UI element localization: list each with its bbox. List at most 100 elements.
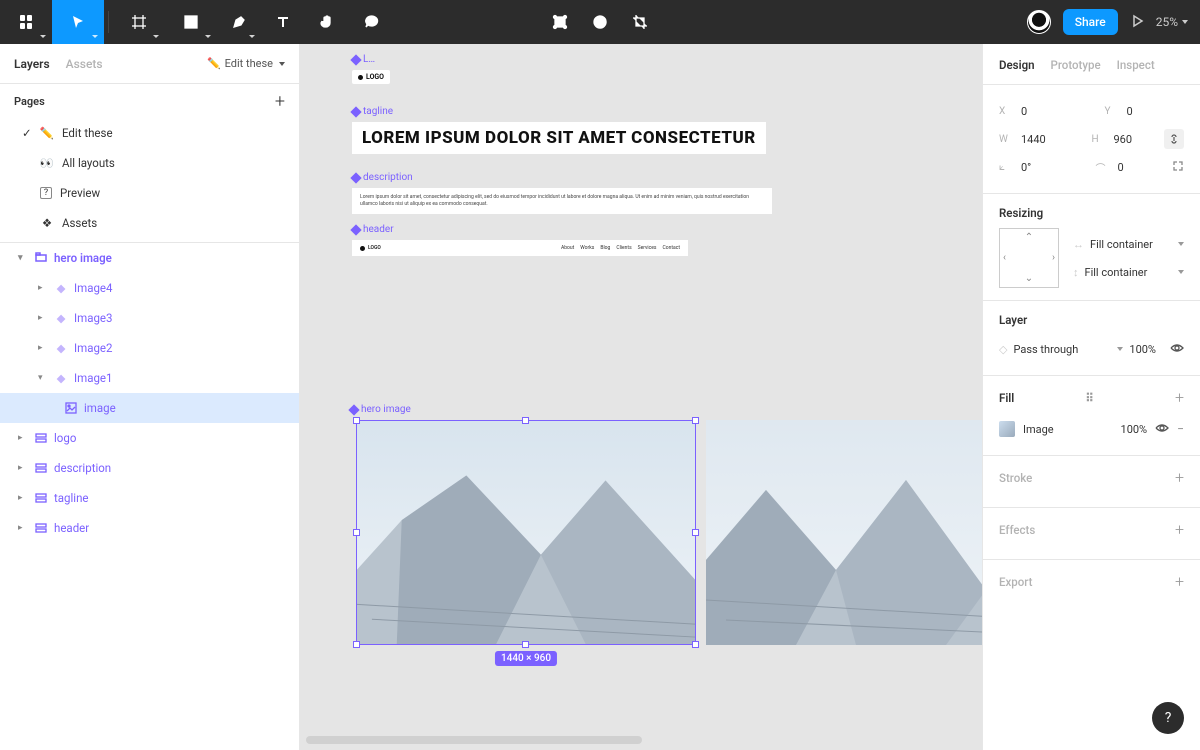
fill-swatch[interactable] bbox=[999, 421, 1015, 437]
tab-layers[interactable]: Layers bbox=[14, 57, 50, 71]
layer-logo[interactable]: ▸ logo bbox=[0, 423, 299, 453]
canvas-hero-image-selected[interactable]: 1440 × 960 bbox=[356, 420, 696, 645]
tab-design[interactable]: Design bbox=[999, 58, 1035, 72]
canvas-header-label: header bbox=[363, 224, 394, 235]
constrain-proportions-toggle[interactable] bbox=[1164, 129, 1184, 149]
layer-opacity-input[interactable]: 100% bbox=[1129, 343, 1156, 356]
shape-tool[interactable] bbox=[165, 0, 217, 44]
present-button[interactable] bbox=[1130, 13, 1144, 32]
layer-section: Layer ◇ Pass through 100% bbox=[983, 301, 1200, 376]
help-button[interactable]: ? bbox=[1152, 702, 1184, 734]
stroke-section: Stroke+ bbox=[983, 456, 1200, 508]
main-menu-button[interactable] bbox=[0, 0, 52, 44]
canvas-description-label: description bbox=[363, 172, 413, 183]
page-label: Assets bbox=[62, 216, 97, 230]
radius-input[interactable]: 0 bbox=[1118, 161, 1167, 174]
selection-handle[interactable] bbox=[692, 641, 699, 648]
selection-handle[interactable] bbox=[353, 641, 360, 648]
layer-image4[interactable]: ▸◆Image4 bbox=[0, 273, 299, 303]
layer-image1[interactable]: ▾◆Image1 bbox=[0, 363, 299, 393]
selection-handle[interactable] bbox=[692, 417, 699, 424]
pages-dropdown-label: Edit these bbox=[225, 57, 273, 70]
move-tool[interactable] bbox=[52, 0, 104, 44]
fill-type[interactable]: Image bbox=[1023, 423, 1054, 436]
page-label: Edit these bbox=[62, 126, 113, 140]
export-section: Export+ bbox=[983, 560, 1200, 611]
w-input[interactable]: 1440 bbox=[1021, 133, 1066, 146]
horizontal-scrollbar[interactable] bbox=[306, 736, 642, 744]
layer-label: image bbox=[84, 401, 116, 415]
canvas-logo-chip[interactable]: LOGO bbox=[352, 70, 390, 84]
page-item-assets[interactable]: ❖Assets bbox=[0, 208, 299, 238]
layer-label: Image2 bbox=[74, 341, 113, 355]
resizing-constraint-box[interactable]: ⌃ ⌄ ‹ › bbox=[999, 228, 1059, 288]
user-avatar[interactable] bbox=[1027, 10, 1051, 34]
tab-prototype[interactable]: Prototype bbox=[1051, 58, 1101, 72]
layer-label: header bbox=[54, 521, 89, 535]
layer-label: Image1 bbox=[74, 371, 113, 385]
selection-handle[interactable] bbox=[353, 529, 360, 536]
selection-handle[interactable] bbox=[522, 417, 529, 424]
canvas-header[interactable]: LOGO About Works Blog Clients Services C… bbox=[352, 240, 688, 256]
layer-header[interactable]: ▸ header bbox=[0, 513, 299, 543]
layer-image-selected[interactable]: image bbox=[0, 393, 299, 423]
tab-inspect[interactable]: Inspect bbox=[1117, 58, 1155, 72]
selection-handle[interactable] bbox=[692, 529, 699, 536]
resize-h-dropdown[interactable]: ↔Fill container bbox=[1073, 230, 1184, 258]
pen-tool[interactable] bbox=[217, 0, 261, 44]
canvas-description[interactable]: Lorem ipsum dolor sit amet, consectetur … bbox=[352, 188, 772, 214]
tab-assets[interactable]: Assets bbox=[66, 57, 103, 71]
selection-handle[interactable] bbox=[522, 641, 529, 648]
y-input[interactable]: 0 bbox=[1127, 105, 1185, 118]
h-input[interactable]: 960 bbox=[1114, 133, 1159, 146]
component-insert-button[interactable] bbox=[545, 0, 575, 44]
visibility-toggle[interactable] bbox=[1170, 342, 1184, 356]
comment-tool[interactable] bbox=[349, 0, 393, 44]
canvas-tagline[interactable]: LOREM IPSUM DOLOR SIT AMET CONSECTETUR bbox=[352, 122, 766, 154]
layer-hero-image[interactable]: ▾ hero image bbox=[0, 243, 299, 273]
layer-label: description bbox=[54, 461, 111, 475]
independent-corners-button[interactable] bbox=[1172, 160, 1184, 175]
canvas-tagline-label: tagline bbox=[363, 106, 393, 117]
blend-mode-dropdown[interactable]: Pass through bbox=[1013, 343, 1111, 356]
remove-fill-button[interactable]: − bbox=[1177, 422, 1184, 436]
x-input[interactable]: 0 bbox=[1021, 105, 1079, 118]
effects-section: Effects+ bbox=[983, 508, 1200, 560]
fill-opacity-input[interactable]: 100% bbox=[1121, 423, 1148, 436]
rotation-input[interactable]: 0° bbox=[1021, 161, 1070, 174]
resize-v-dropdown[interactable]: ↕Fill container bbox=[1073, 258, 1184, 286]
radius-icon: ⌒ bbox=[1096, 160, 1112, 175]
add-fill-button[interactable]: + bbox=[1175, 388, 1184, 407]
page-item-preview[interactable]: ?Preview bbox=[0, 178, 299, 208]
share-button[interactable]: Share bbox=[1063, 9, 1118, 35]
fill-visibility-toggle[interactable] bbox=[1155, 422, 1169, 436]
layer-description[interactable]: ▸ description bbox=[0, 453, 299, 483]
layer-image2[interactable]: ▸◆Image2 bbox=[0, 333, 299, 363]
add-export-button[interactable]: + bbox=[1175, 572, 1184, 591]
layer-label: tagline bbox=[54, 491, 89, 505]
page-item-all-layouts[interactable]: 👀All layouts bbox=[0, 148, 299, 178]
canvas-hero-image-2[interactable] bbox=[706, 420, 982, 645]
fill-style-button[interactable]: ⠿ bbox=[1085, 391, 1095, 405]
zoom-dropdown[interactable]: 25% bbox=[1156, 15, 1188, 29]
layer-label: logo bbox=[54, 431, 76, 445]
pages-dropdown[interactable]: ✏️ Edit these bbox=[207, 57, 285, 70]
toolbar: Share 25% bbox=[0, 0, 1200, 44]
layer-tagline[interactable]: ▸ tagline bbox=[0, 483, 299, 513]
add-stroke-button[interactable]: + bbox=[1175, 468, 1184, 487]
blend-mode-icon: ◇ bbox=[999, 343, 1007, 356]
pages-header: Pages + bbox=[0, 84, 299, 118]
mask-button[interactable] bbox=[585, 0, 615, 44]
add-page-button[interactable]: + bbox=[275, 91, 285, 112]
layer-label: Image3 bbox=[74, 311, 113, 325]
layer-image3[interactable]: ▸◆Image3 bbox=[0, 303, 299, 333]
hand-tool[interactable] bbox=[305, 0, 349, 44]
canvas[interactable]: L… LOGO tagline LOREM IPSUM DOLOR SIT AM… bbox=[300, 44, 982, 750]
frame-tool[interactable] bbox=[113, 0, 165, 44]
right-panel: Design Prototype Inspect X 0 Y 0 W 1440 … bbox=[982, 44, 1200, 750]
text-tool[interactable] bbox=[261, 0, 305, 44]
page-item-edit-these[interactable]: ✓✏️Edit these bbox=[0, 118, 299, 148]
add-effect-button[interactable]: + bbox=[1175, 520, 1184, 539]
selection-handle[interactable] bbox=[353, 417, 360, 424]
crop-button[interactable] bbox=[625, 0, 655, 44]
